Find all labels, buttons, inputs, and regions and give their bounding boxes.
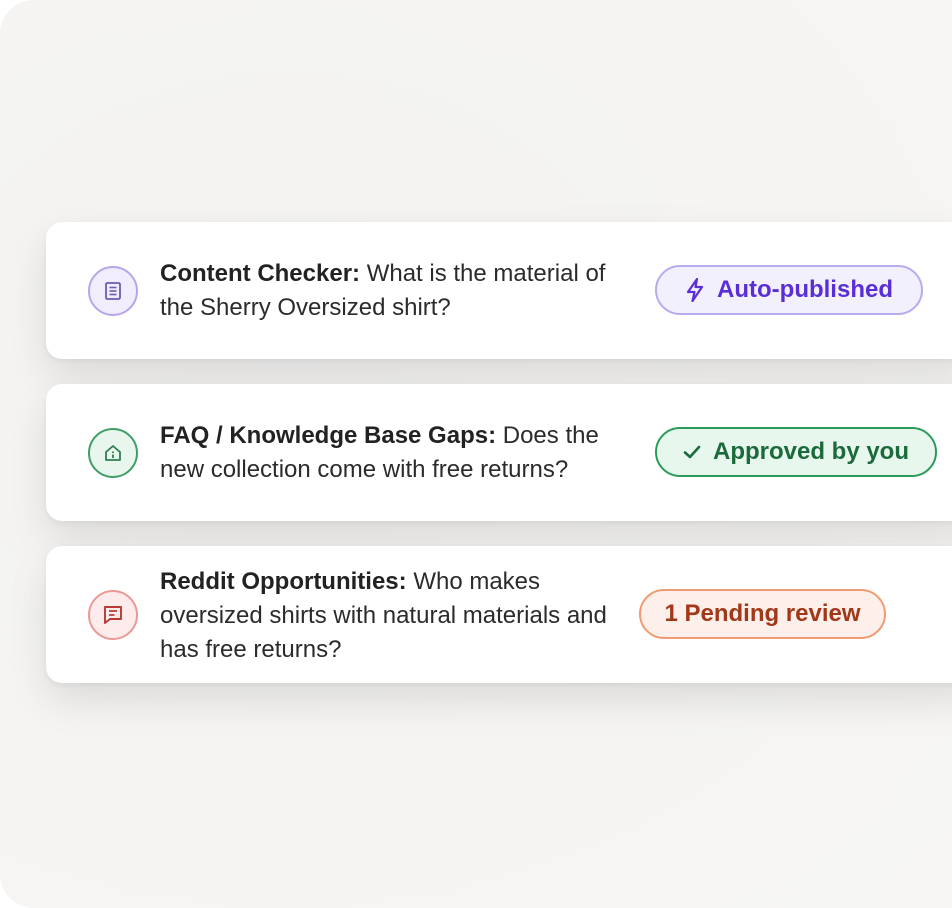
- message-icon: [104, 606, 122, 624]
- status-badge-label: 1 Pending review: [664, 600, 861, 627]
- status-badge-approved[interactable]: Approved by you: [655, 427, 937, 477]
- item-text: Reddit Opportunities: Who makes oversize…: [160, 565, 630, 667]
- item-category: Reddit Opportunities:: [160, 568, 407, 595]
- status-badge-label: Approved by you: [712, 438, 910, 465]
- item-category: Content Checker:: [160, 260, 361, 287]
- home-info-icon: [105, 445, 121, 461]
- document-icon: [105, 282, 121, 300]
- reddit-icon-badge: [88, 590, 138, 640]
- list-item-content-checker[interactable]: Content Checker: What is the material of…: [46, 222, 952, 359]
- status-badge-auto-published[interactable]: Auto-published: [655, 265, 923, 315]
- lightning-icon: [685, 278, 705, 302]
- list-item-reddit-opportunities[interactable]: Reddit Opportunities: Who makes oversize…: [46, 546, 952, 683]
- content-checker-icon-badge: [88, 266, 138, 316]
- item-text: Content Checker: What is the material of…: [160, 257, 630, 325]
- item-category: FAQ / Knowledge Base Gaps:: [160, 422, 497, 449]
- list-item-faq-gaps[interactable]: FAQ / Knowledge Base Gaps: Does the new …: [46, 384, 952, 521]
- item-text: FAQ / Knowledge Base Gaps: Does the new …: [160, 419, 630, 487]
- background-panel: Content Checker: What is the material of…: [0, 0, 952, 908]
- status-badge-label: Auto-published: [717, 276, 893, 303]
- faq-icon-badge: [88, 428, 138, 478]
- status-badge-pending-review[interactable]: 1 Pending review: [639, 589, 886, 639]
- check-icon: [683, 444, 701, 460]
